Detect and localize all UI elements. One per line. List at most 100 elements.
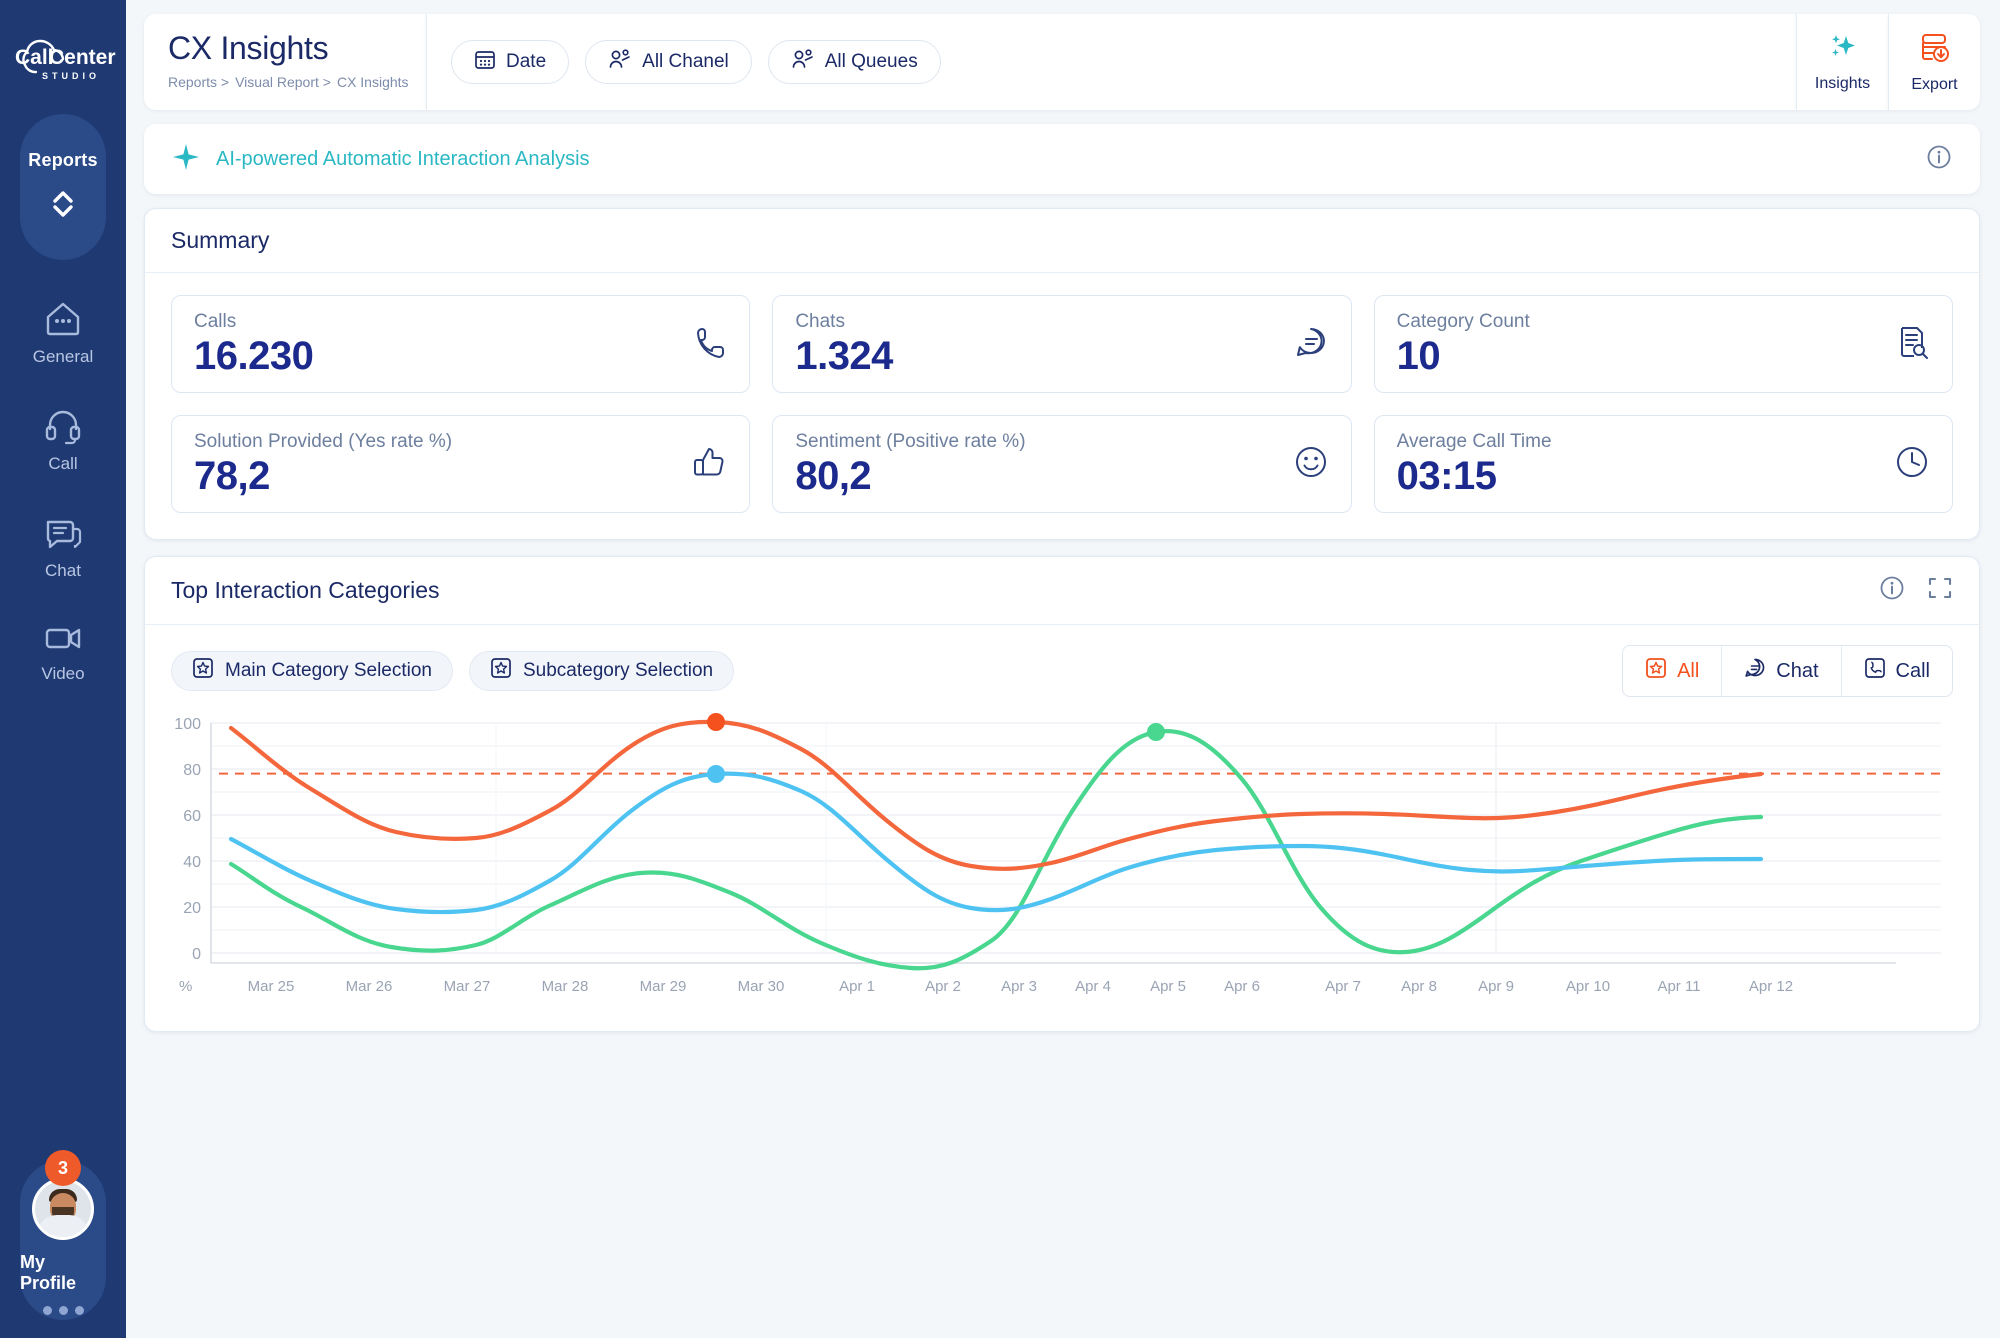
kpi-card-calls[interactable]: Calls 16.230: [171, 295, 751, 393]
thumbs-up-icon: [691, 444, 727, 485]
svg-text:Apr 5: Apr 5: [1150, 978, 1186, 995]
breadcrumb-item[interactable]: CX Insights: [337, 74, 409, 90]
series-green-line: [228, 729, 1764, 971]
people-icon: [791, 48, 815, 76]
segment-label: Chat: [1776, 659, 1819, 682]
y-tick-labels: 100 80 60 40 20 0: [174, 716, 201, 963]
ai-banner[interactable]: AI-powered Automatic Interaction Analysi…: [144, 124, 1980, 194]
svg-text:Apr 8: Apr 8: [1401, 978, 1437, 995]
app-root: Call Center STUDIO Reports General Call …: [0, 0, 2000, 1338]
sidebar-item-video[interactable]: Video: [0, 621, 126, 684]
sparkles-icon: [1826, 32, 1860, 67]
data-point-marker-cyan[interactable]: [707, 765, 725, 783]
main-category-selection-button[interactable]: Main Category Selection: [171, 651, 453, 691]
info-icon[interactable]: [1926, 144, 1952, 175]
summary-header: Summary: [145, 209, 1979, 273]
profile-label: My Profile: [20, 1252, 77, 1293]
home-icon: [43, 300, 83, 338]
subcategory-selection-button[interactable]: Subcategory Selection: [469, 651, 735, 691]
svg-text:60: 60: [183, 808, 201, 825]
app-logo[interactable]: Call Center STUDIO: [9, 34, 117, 88]
insights-button[interactable]: Insights: [1796, 14, 1888, 110]
clock-icon: [1894, 444, 1930, 485]
chat-icon: [1293, 324, 1329, 365]
kpi-value: 10: [1396, 334, 1441, 378]
breadcrumb-item[interactable]: Reports >: [168, 74, 229, 90]
channel-segmented-control: All Chat Call: [1622, 645, 1953, 697]
kpi-card-solution-provided[interactable]: Solution Provided (Yes rate %) 78,2: [171, 415, 751, 513]
sidebar-item-reports[interactable]: Reports: [20, 114, 106, 260]
sparkle-icon: [172, 143, 200, 176]
sidebar-item-chat[interactable]: Chat: [0, 514, 126, 581]
kpi-value: 03:15: [1396, 454, 1497, 498]
phone-icon: [691, 324, 727, 365]
svg-text:80: 80: [183, 762, 201, 779]
main-content: CX Insights Reports > Visual Report > CX…: [126, 0, 2000, 1338]
filter-queues-button[interactable]: All Queues: [767, 40, 941, 84]
summary-title: Summary: [171, 227, 270, 253]
sidebar-reports-label: Reports: [28, 150, 98, 170]
sidebar-item-label: General: [32, 347, 94, 366]
data-point-marker-green[interactable]: [1147, 723, 1165, 741]
kpi-card-chats[interactable]: Chats 1.324: [772, 295, 1352, 393]
kpi-label: Chats: [795, 311, 845, 332]
segment-chat[interactable]: Chat: [1722, 646, 1842, 696]
fullscreen-icon[interactable]: [1927, 575, 1953, 606]
people-icon: [608, 48, 632, 76]
sidebar-profile[interactable]: 3 My Profile: [20, 1150, 106, 1320]
svg-text:STUDIO: STUDIO: [42, 71, 100, 81]
svg-text:Mar 25: Mar 25: [248, 978, 295, 995]
kpi-label: Category Count: [1396, 311, 1530, 332]
svg-text:Mar 30: Mar 30: [738, 978, 785, 995]
chevron-updown-icon: [50, 189, 76, 224]
segment-all[interactable]: All: [1623, 646, 1723, 696]
sidebar-item-label: Chat: [45, 561, 81, 580]
data-point-marker-orange[interactable]: [707, 713, 725, 731]
sidebar-item-general[interactable]: General: [0, 300, 126, 367]
line-chart: 100 80 60 40 20 0 % Mar 25 Mar 26 Mar 27…: [145, 705, 1979, 1031]
ellipsis-icon[interactable]: [42, 1306, 84, 1315]
svg-text:0: 0: [192, 946, 201, 963]
breadcrumb-item[interactable]: Visual Report >: [235, 74, 331, 90]
phone-box-icon: [1864, 657, 1886, 685]
svg-text:Center: Center: [49, 46, 116, 69]
svg-text:Mar 28: Mar 28: [542, 978, 589, 995]
kpi-card-average-call-time[interactable]: Average Call Time 03:15: [1373, 415, 1953, 513]
export-label: Export: [1911, 75, 1958, 93]
chip-label: Subcategory Selection: [523, 660, 714, 681]
kpi-value: 16.230: [194, 334, 314, 378]
kpi-label: Solution Provided (Yes rate %): [194, 431, 453, 452]
svg-text:Apr 10: Apr 10: [1566, 978, 1610, 995]
sidebar-item-label: Call: [48, 454, 78, 473]
kpi-card-category-count[interactable]: Category Count 10: [1373, 295, 1953, 393]
chart-svg: 100 80 60 40 20 0 % Mar 25 Mar 26 Mar 27…: [174, 713, 1941, 995]
chat-bubble-icon: [43, 514, 83, 552]
svg-text:%: %: [179, 978, 192, 995]
breadcrumb: Reports > Visual Report > CX Insights: [168, 74, 409, 90]
export-button[interactable]: Export: [1888, 14, 1980, 110]
star-box-icon: [1645, 657, 1667, 685]
filter-date-button[interactable]: Date: [451, 40, 570, 84]
series-orange-line: [228, 719, 1764, 871]
export-icon: [1918, 31, 1952, 68]
segment-call[interactable]: Call: [1842, 646, 1952, 696]
filter-label: All Chanel: [642, 51, 729, 72]
kpi-card-sentiment[interactable]: Sentiment (Positive rate %) 80,2: [772, 415, 1352, 513]
sidebar: Call Center STUDIO Reports General Call …: [0, 0, 126, 1338]
chart-panel-title: Top Interaction Categories: [171, 577, 440, 603]
svg-text:Apr 4: Apr 4: [1075, 978, 1111, 995]
info-icon[interactable]: [1879, 575, 1905, 606]
kpi-label: Average Call Time: [1396, 431, 1552, 452]
sidebar-item-call[interactable]: Call: [0, 407, 126, 474]
filter-channel-button[interactable]: All Chanel: [585, 40, 752, 84]
sidebar-item-label: Video: [41, 664, 85, 683]
calendar-icon: [474, 48, 496, 76]
insights-label: Insights: [1814, 74, 1871, 92]
category-selectors: Main Category Selection Subcategory Sele…: [171, 651, 735, 691]
page-title-block: CX Insights Reports > Visual Report > CX…: [144, 14, 426, 110]
kpi-value: 1.324: [795, 334, 893, 378]
star-box-icon: [192, 657, 214, 685]
svg-text:Apr 9: Apr 9: [1478, 978, 1514, 995]
video-camera-icon: [43, 621, 83, 655]
kpi-label: Sentiment (Positive rate %): [795, 431, 1026, 452]
